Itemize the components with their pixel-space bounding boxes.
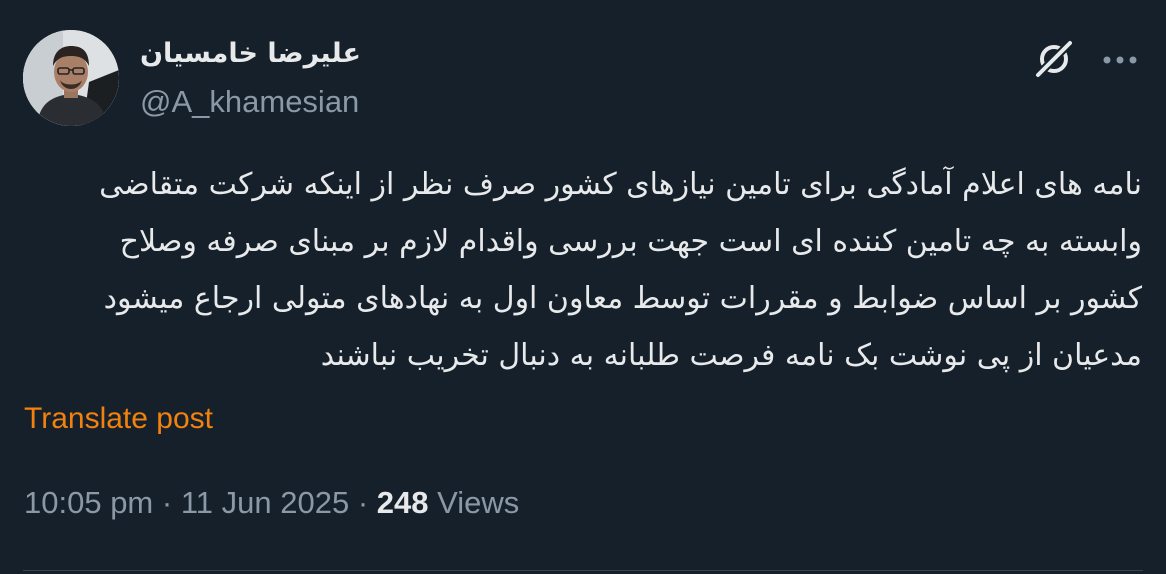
views-count: 248 (376, 485, 429, 520)
more-icon[interactable] (1098, 50, 1142, 70)
tweet-text-line: کشور بر اساس ضوابط و مقررات توسط معاون ا… (103, 281, 1142, 316)
divider (23, 570, 1143, 571)
tweet-text: نامه های اعلام آمادگی برای تامین نیازهای… (30, 156, 1142, 384)
meta-separator: · (161, 485, 173, 520)
translate-post-link[interactable]: Translate post (24, 400, 213, 438)
tweet-text-line: نامه های اعلام آمادگی برای تامین نیازهای… (99, 167, 1142, 202)
tweet-text-line: وابسته به چه تامین کننده ای است جهت بررس… (119, 224, 1142, 259)
author-display-name[interactable]: علیرضا خامسیان (140, 36, 361, 72)
tweet-meta: 10:05 pm · 11 Jun 2025 · 248 Views (24, 483, 519, 523)
avatar-photo (23, 30, 119, 126)
grok-icon[interactable] (1032, 37, 1076, 81)
avatar[interactable] (23, 30, 119, 126)
tweet-card: علیرضا خامسیان @A_khamesian نامه های اعل… (0, 0, 1166, 574)
tweet-date[interactable]: 11 Jun 2025 (181, 485, 349, 520)
views-label: Views (437, 485, 520, 520)
author-handle[interactable]: @A_khamesian (140, 82, 359, 122)
meta-separator: · (357, 485, 369, 520)
tweet-text-line: مدعیان از پی نوشت بک نامه فرصت طلبانه به… (320, 338, 1142, 373)
tweet-time[interactable]: 10:05 pm (24, 485, 153, 520)
